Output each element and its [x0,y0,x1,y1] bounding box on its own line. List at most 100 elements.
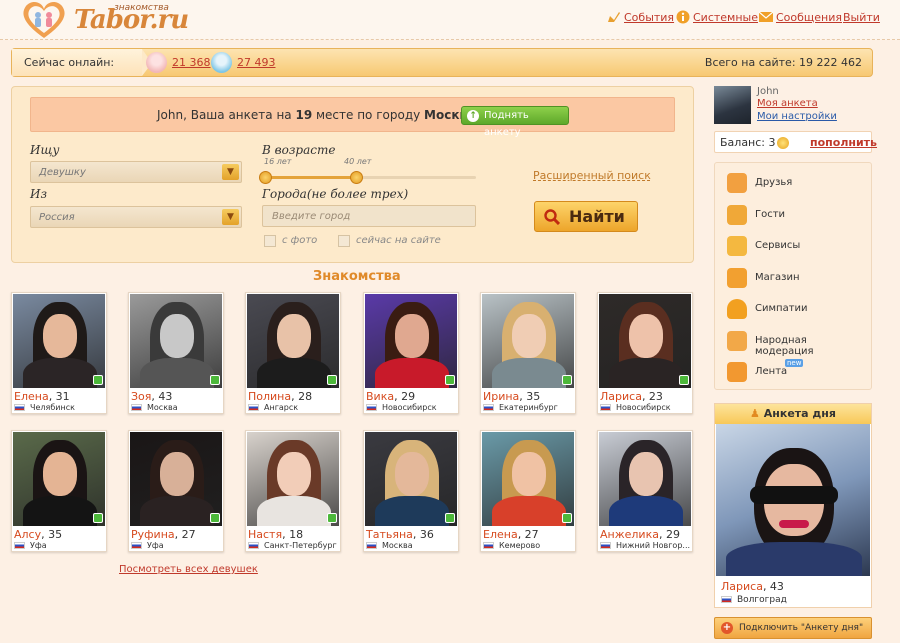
profile-photo[interactable] [482,432,574,526]
online-status-icon [679,375,689,385]
profile-card[interactable]: Елена, 27 Кемерово [480,430,576,552]
menu-item-likes[interactable]: Симпатии [727,297,867,321]
from-select[interactable]: Россия ▼ [30,206,242,228]
photo-body [375,496,449,526]
profile-name[interactable]: Настя, 18 [248,528,303,541]
nav-system[interactable]: Системные [676,10,758,24]
online-now-checkbox[interactable] [338,235,350,247]
profile-photo[interactable] [13,294,105,388]
profile-firstname: Настя [248,528,283,541]
online-status-icon [562,513,572,523]
city-input[interactable]: Введите город [262,205,476,227]
nav-logout[interactable]: Выйти [843,11,880,24]
profile-photo[interactable] [365,294,457,388]
profile-name[interactable]: Татьяна, 36 [366,528,434,541]
my-settings-link[interactable]: Мои настройки [757,111,837,122]
photo-face [43,314,77,358]
age-slider[interactable] [259,171,476,184]
photo-body [23,358,97,388]
profile-photo[interactable] [130,432,222,526]
nav-messages[interactable]: Сообщения [759,11,842,24]
profile-of-day-photo[interactable] [716,424,870,576]
female-online-count[interactable]: 21 368 [172,56,211,69]
menu-item-guests[interactable]: Гости [727,203,867,227]
profile-card[interactable]: Татьяна, 36 Москва [363,430,459,552]
moderation-icon [727,330,747,351]
profile-card[interactable]: Анжелика, 29 Нижний Новгор... [597,430,693,552]
profile-firstname: Анжелика [600,528,659,541]
profile-photo[interactable] [599,294,691,388]
profile-name[interactable]: Елена, 31 [14,390,70,403]
profile-photo[interactable] [13,432,105,526]
menu-item-feed[interactable]: Лента new [727,359,867,384]
male-online-count[interactable]: 27 493 [237,56,276,69]
profile-name[interactable]: Елена, 27 [483,528,539,541]
menu-item-friends[interactable]: Друзья [727,171,867,195]
seek-select[interactable]: Девушку ▼ [30,161,242,183]
menu-item-services[interactable]: Сервисы [727,234,867,258]
find-button[interactable]: Найти [534,201,638,232]
age-label: В возрасте [262,143,336,157]
with-photo-checkbox[interactable] [264,235,276,247]
raise-profile-button[interactable]: ↑ Поднять анкету [461,106,569,138]
connect-profile-of-day-button[interactable]: + Подключить "Анкету дня" [714,617,872,639]
profile-card[interactable]: Елена, 31 Челябинск [11,292,107,414]
profile-card[interactable]: Настя, 18 Санкт-Петербург [245,430,341,552]
russia-flag-icon [248,542,259,549]
profile-card[interactable]: Зоя, 43 Москва [128,292,224,414]
profile-photo[interactable] [130,294,222,388]
profile-name[interactable]: Ирина, 35 [483,390,540,403]
see-all-girls-link[interactable]: Посмотреть всех девушек [119,564,258,575]
avatar[interactable] [714,86,751,124]
from-label: Из [30,187,48,201]
online-now-label: сейчас на сайте [356,235,441,246]
profile-card[interactable]: Полина, 28 Ангарск [245,292,341,414]
photo-face [160,452,194,496]
my-profile-link[interactable]: Моя анкета [757,98,818,109]
profile-name[interactable]: Руфина, 27 [131,528,196,541]
profile-photo[interactable] [247,294,339,388]
russia-flag-icon [14,542,25,549]
menu-item-label: Симпатии [755,303,808,314]
profile-name[interactable]: Анжелика, 29 [600,528,680,541]
nav-events[interactable]: События [608,11,674,24]
menu-item-shop[interactable]: Магазин [727,266,867,290]
topup-link[interactable]: пополнить [810,136,877,149]
profile-city-label: Уфа [147,541,164,550]
profile-name[interactable]: Вика, 29 [366,390,415,403]
profile-photo[interactable] [599,432,691,526]
photo-lips [779,520,809,528]
profile-age: , 18 [282,528,304,541]
age-max-handle[interactable] [350,171,363,184]
profile-of-day-title: ♟ Анкета дня [715,404,871,424]
profile-city: Москва [366,541,413,550]
logo-heart-icon[interactable] [18,0,70,40]
profile-photo[interactable] [482,294,574,388]
profile-photo[interactable] [365,432,457,526]
profile-city: Новосибирск [600,403,671,412]
photo-face [43,452,77,496]
profile-firstname: Татьяна [366,528,413,541]
menu-item-moderation[interactable]: Народная модерация [727,329,867,357]
profile-name[interactable]: Зоя, 43 [131,390,172,403]
profile-card[interactable]: Ирина, 35 Екатеринбург [480,292,576,414]
profile-card[interactable]: Руфина, 27 Уфа [128,430,224,552]
coin-icon [777,137,789,149]
profile-city: Уфа [14,541,47,550]
profile-firstname: Елена [14,390,49,403]
profile-name[interactable]: Полина, 28 [248,390,312,403]
profile-card[interactable]: Вика, 29 Новосибирск [363,292,459,414]
photo-sunglasses [750,486,838,504]
online-status-icon [445,375,455,385]
profile-name[interactable]: Лариса, 23 [600,390,663,403]
profile-of-day-name[interactable]: Лариса, 43 [721,580,784,593]
profile-age: , 29 [394,390,416,403]
profile-name[interactable]: Алсу, 35 [14,528,62,541]
male-online-icon [211,52,232,73]
profile-card[interactable]: Лариса, 23 Новосибирск [597,292,693,414]
services-icon [727,236,747,256]
profile-card[interactable]: Алсу, 35 Уфа [11,430,107,552]
advanced-search-link[interactable]: Расширенный поиск [533,169,651,182]
age-min-handle[interactable] [259,171,272,184]
profile-photo[interactable] [247,432,339,526]
